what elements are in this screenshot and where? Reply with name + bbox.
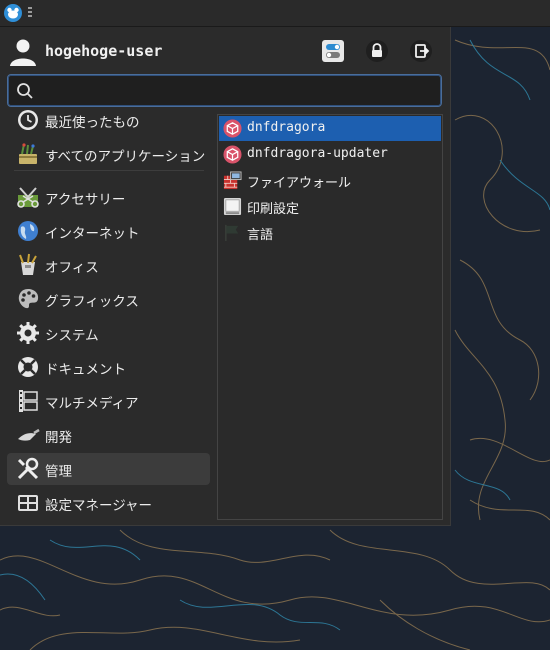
trowel-icon xyxy=(18,428,40,441)
app-item-dnfdragora[interactable]: dnfdragora xyxy=(219,116,441,141)
film-icon xyxy=(19,390,38,412)
settings-toggle-icon xyxy=(322,40,344,62)
category-label: 最近使ったもの xyxy=(45,115,140,131)
tools-icon xyxy=(17,457,39,480)
search-input[interactable] xyxy=(40,79,434,103)
category-multimedia[interactable]: マルチメディア xyxy=(7,385,210,417)
application-menu: hogehoge-user 最近使ったもの すべてのアプリケーション アクセサリ… xyxy=(0,27,451,526)
category-label: 開発 xyxy=(45,430,72,446)
whisker-menu-button[interactable] xyxy=(3,3,23,23)
category-accessories[interactable]: アクセサリー xyxy=(7,181,210,213)
gear-icon xyxy=(17,322,39,344)
category-internet[interactable]: インターネット xyxy=(7,215,210,247)
package-icon xyxy=(223,145,242,164)
app-label: dnfdragora xyxy=(247,120,326,135)
category-label: ドキュメント xyxy=(45,362,126,378)
logout-button[interactable] xyxy=(409,39,433,63)
app-label: 印刷設定 xyxy=(247,202,300,217)
accessories-icon xyxy=(17,187,39,208)
palette-icon xyxy=(18,289,39,309)
package-icon xyxy=(223,119,242,138)
avatar xyxy=(10,39,36,66)
username: hogehoge-user xyxy=(45,42,163,60)
app-label: 言語 xyxy=(247,228,274,243)
app-item-dnfdragora-updater[interactable]: dnfdragora-updater xyxy=(219,142,441,167)
category-recent[interactable]: 最近使ったもの xyxy=(7,107,210,136)
app-item-firewall[interactable]: ファイアウォール xyxy=(219,168,441,193)
category-list: 最近使ったもの すべてのアプリケーション アクセサリー インターネット オフィス… xyxy=(0,107,214,525)
top-panel xyxy=(0,0,550,27)
category-label: グラフィックス xyxy=(45,294,139,310)
category-all-applications[interactable]: すべてのアプリケーション xyxy=(7,138,210,170)
category-settings-manager[interactable]: 設定マネージャー xyxy=(7,487,210,519)
category-development[interactable]: 開発 xyxy=(7,419,210,451)
category-office[interactable]: オフィス xyxy=(7,249,210,281)
category-administration[interactable]: 管理 xyxy=(7,453,210,485)
lock-screen-button[interactable] xyxy=(365,39,389,63)
category-label: インターネット xyxy=(45,226,140,242)
flag-icon xyxy=(225,224,239,242)
category-label: オフィス xyxy=(45,260,99,276)
category-system[interactable]: システム xyxy=(7,317,210,349)
lock-icon xyxy=(366,40,388,62)
category-graphics[interactable]: グラフィックス xyxy=(7,283,210,315)
user-header: hogehoge-user xyxy=(8,35,443,67)
logout-icon xyxy=(410,40,432,62)
category-label: システム xyxy=(45,328,99,344)
app-item-print-settings[interactable]: 印刷設定 xyxy=(219,194,441,219)
app-label: dnfdragora-updater xyxy=(247,146,388,161)
globe-icon xyxy=(18,221,38,241)
settings-button[interactable] xyxy=(321,39,345,63)
category-label: すべてのアプリケーション xyxy=(45,149,206,165)
app-label: ファイアウォール xyxy=(247,176,352,191)
settings-manager-icon xyxy=(18,495,38,511)
app-item-language[interactable]: 言語 xyxy=(219,220,441,245)
divider xyxy=(14,170,204,171)
category-label: 管理 xyxy=(45,464,72,480)
all-apps-icon xyxy=(19,143,37,164)
search-icon xyxy=(17,83,33,99)
category-documents[interactable]: ドキュメント xyxy=(7,351,210,383)
printer-icon xyxy=(223,197,242,216)
clock-icon xyxy=(18,110,38,130)
category-label: 設定マネージャー xyxy=(45,498,153,514)
category-label: アクセサリー xyxy=(45,192,126,208)
panel-drag-handle[interactable] xyxy=(28,7,32,19)
firewall-icon xyxy=(223,171,242,190)
help-lifebuoy-icon xyxy=(18,357,38,377)
category-label: マルチメディア xyxy=(45,396,139,412)
office-icon xyxy=(19,253,37,275)
mouse-logo-icon xyxy=(4,4,22,22)
application-list: dnfdragora dnfdragora-updater ファイアウォール 印… xyxy=(217,114,443,520)
search-box[interactable] xyxy=(7,74,442,107)
